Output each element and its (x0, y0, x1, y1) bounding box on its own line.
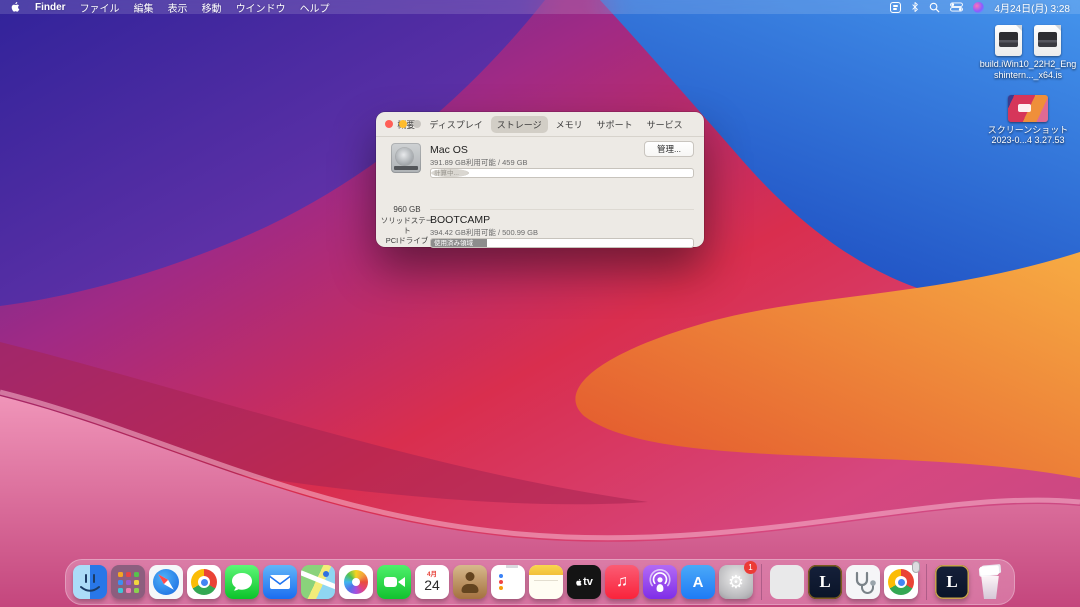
dock-reminders-icon[interactable] (491, 565, 525, 599)
row-divider (430, 209, 694, 210)
tab-support[interactable]: サポート (591, 116, 639, 133)
dock-league-of-legends-icon[interactable]: L (808, 565, 842, 599)
menu-item-window[interactable]: ウインドウ (236, 0, 286, 15)
storage-segment-calculating: 計算中... (431, 169, 469, 177)
zoom-button-disabled (413, 120, 421, 128)
tab-display[interactable]: ディスプレイ (423, 116, 488, 133)
dock-stethoscope-app-icon[interactable] (846, 565, 880, 599)
storage-segment-used: 使用済み領域 (431, 239, 487, 247)
bluetooth-icon[interactable] (911, 1, 919, 13)
tab-storage[interactable]: ストレージ (491, 116, 548, 133)
storage-bar-macos: 計算中... (430, 168, 694, 178)
dock-generic-app-icon[interactable] (770, 565, 804, 599)
apple-menu-icon[interactable] (10, 1, 21, 13)
volume-detail-macos: 391.89 GB利用可能 / 459 GB (430, 157, 528, 168)
dock-facetime-icon[interactable] (377, 565, 411, 599)
storage-bar-bootcamp: 使用済み領域 (430, 238, 694, 248)
dock-chrome-icon[interactable] (187, 565, 221, 599)
menu-item-help[interactable]: ヘルプ (300, 0, 330, 15)
dock-chrome-update-icon[interactable] (884, 565, 918, 599)
dock-messages-icon[interactable] (225, 565, 259, 599)
dock-notes-icon[interactable] (529, 565, 563, 599)
manage-storage-button[interactable]: 管理... (644, 141, 694, 157)
spotlight-search-icon[interactable] (929, 2, 940, 13)
menu-bar: Finder ファイル 編集 表示 移動 ウインドウ ヘルプ 4月24日(月) … (0, 0, 1080, 14)
volume-name-macos: Mac OS (430, 144, 468, 156)
storage-tabs: 概要 ディスプレイ ストレージ メモリ サポート サービス (391, 116, 688, 133)
menu-clock[interactable]: 4月24日(月) 3:28 (994, 0, 1070, 15)
iso-file-icon[interactable] (1034, 25, 1061, 56)
control-center-icon[interactable] (950, 2, 963, 12)
internal-drive-icon (391, 143, 421, 173)
menu-item-edit[interactable]: 編集 (134, 0, 154, 15)
update-badge (912, 561, 920, 573)
notification-badge: 1 (744, 561, 757, 574)
tab-service[interactable]: サービス (641, 116, 689, 133)
dock-app-store-icon[interactable]: A (681, 565, 715, 599)
menu-item-file[interactable]: ファイル (80, 0, 120, 15)
about-this-mac-storage-window: 概要 ディスプレイ ストレージ メモリ サポート サービス 960 GB ソリッ… (376, 112, 704, 247)
drive-label: 960 GB ソリッドステート PCIドライブ (378, 205, 436, 246)
dock-league-of-legends-file-icon[interactable]: L (935, 565, 969, 599)
close-button[interactable] (385, 120, 393, 128)
dock-finder-icon[interactable] (73, 565, 107, 599)
dock-apple-tv-icon[interactable]: tv (567, 565, 601, 599)
dock-safari-icon[interactable] (149, 565, 183, 599)
big-sur-wallpaper (0, 0, 1080, 607)
menu-item-go[interactable]: 移動 (202, 0, 222, 15)
dock: 4月 24 tv ♫ A ⚙ 1 L L (65, 559, 1015, 605)
input-source-icon[interactable] (890, 2, 901, 13)
menu-item-finder[interactable]: Finder (35, 2, 66, 13)
dock-calendar-icon[interactable]: 4月 24 (415, 565, 449, 599)
volume-detail-bootcamp: 394.42 GB利用可能 / 500.99 GB (430, 227, 538, 238)
dock-maps-icon[interactable] (301, 565, 335, 599)
window-titlebar[interactable]: 概要 ディスプレイ ストレージ メモリ サポート サービス (376, 112, 704, 137)
screenshot-file-label: スクリーンショット 2023-0...4 3.27.53 (988, 125, 1069, 147)
menu-item-view[interactable]: 表示 (168, 0, 188, 15)
volume-name-bootcamp: BOOTCAMP (430, 214, 490, 226)
dock-separator (761, 564, 762, 600)
siri-icon[interactable] (973, 2, 984, 13)
desktop: Finder ファイル 編集 表示 移動 ウインドウ ヘルプ 4月24日(月) … (0, 0, 1080, 607)
desktop-files: build.iWin10_22H2_Eng shintern..._x64.is… (980, 25, 1076, 146)
dock-mail-icon[interactable] (263, 565, 297, 599)
minimize-button[interactable] (399, 120, 407, 128)
tab-memory[interactable]: メモリ (550, 116, 589, 133)
dock-separator (926, 564, 927, 600)
dock-trash-icon[interactable] (973, 565, 1007, 599)
dock-launchpad-icon[interactable] (111, 565, 145, 599)
iso-file-label: build.iWin10_22H2_Eng shintern..._x64.is (980, 59, 1077, 81)
screenshot-file-icon[interactable] (1008, 95, 1048, 122)
iso-file-icon[interactable] (995, 25, 1022, 56)
dock-photos-icon[interactable] (339, 565, 373, 599)
dock-system-preferences-icon[interactable]: ⚙ 1 (719, 565, 753, 599)
dock-podcasts-icon[interactable] (643, 565, 677, 599)
dock-contacts-icon[interactable] (453, 565, 487, 599)
dock-music-icon[interactable]: ♫ (605, 565, 639, 599)
